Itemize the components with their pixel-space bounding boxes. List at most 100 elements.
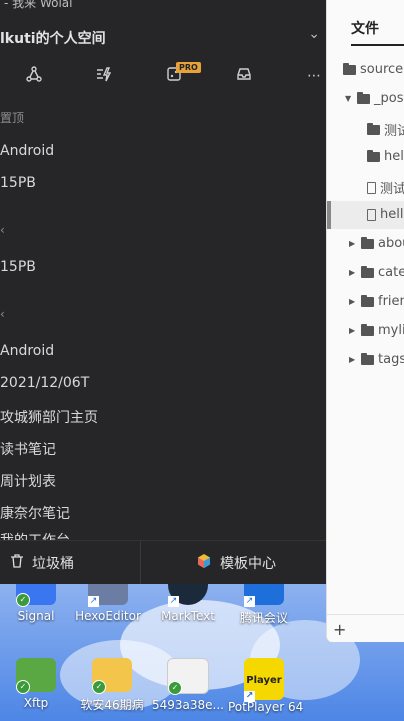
sidebar-item[interactable]: 15PB bbox=[0, 175, 36, 191]
tree-folder[interactable]: ▶ mylis bbox=[349, 323, 404, 338]
tree-label: 测试 bbox=[380, 182, 404, 197]
tree-folder[interactable]: ▶ tags bbox=[349, 352, 404, 367]
caret-right-icon: ▶ bbox=[349, 326, 356, 335]
tree-folder[interactable]: hell bbox=[367, 149, 404, 164]
caret-right-icon: ▶ bbox=[349, 297, 356, 306]
desktop-icon-label: 腾讯会议 bbox=[239, 611, 288, 625]
folder-icon bbox=[361, 236, 374, 249]
space-switcher[interactable]: lkuti的个人空间 ⌄ bbox=[0, 24, 326, 52]
tree-label: frien bbox=[378, 294, 404, 309]
folder-icon bbox=[361, 294, 374, 307]
folder-icon bbox=[357, 91, 370, 104]
inbox-icon[interactable] bbox=[234, 66, 254, 86]
folder-icon bbox=[361, 265, 374, 278]
cube-icon bbox=[196, 553, 212, 573]
file-icon bbox=[367, 181, 376, 194]
chevron-down-icon: ⌄ bbox=[308, 26, 320, 42]
tree-label: abou bbox=[378, 236, 404, 251]
sidebar-item[interactable]: 攻城狮部门主页 bbox=[0, 407, 98, 427]
add-file-button[interactable]: + bbox=[333, 620, 346, 639]
pro-badge: PRO bbox=[176, 62, 201, 73]
desktop-icon-label: Xftp bbox=[23, 696, 49, 710]
file-explorer-panel: 文件 source ▼ _post 测试 hell 测试 hell ▶ abou… bbox=[326, 0, 404, 642]
sync-check-icon: ✓ bbox=[92, 680, 106, 694]
tree-folder[interactable]: ▶ abou bbox=[349, 236, 404, 251]
sidebar-item[interactable]: 2021/12/06T bbox=[0, 375, 89, 391]
trash-icon bbox=[10, 553, 24, 572]
sidebar-item[interactable]: 读书笔记 bbox=[0, 439, 56, 459]
wolai-sidebar: - 我来 Wolai lkuti的个人空间 ⌄ ⋯ PRO 置顶 Android… bbox=[0, 0, 326, 584]
tree-label: categ bbox=[378, 265, 404, 280]
caret-right-icon: ▶ bbox=[349, 268, 356, 277]
folder-icon bbox=[361, 323, 374, 336]
sidebar-item[interactable]: 周计划表 bbox=[0, 471, 56, 491]
sidebar-footer: 垃圾桶 模板中心 bbox=[0, 540, 326, 584]
desktop-icon-label: MarkText bbox=[161, 609, 215, 623]
template-center-label: 模板中心 bbox=[220, 555, 276, 572]
tencent-meeting-icon: ↗ bbox=[244, 583, 284, 607]
document-icon: ✓ bbox=[167, 658, 209, 695]
tree-label: hell bbox=[380, 207, 404, 222]
caret-down-icon: ▼ bbox=[345, 94, 352, 103]
hexoeditor-icon: ↗ bbox=[88, 583, 128, 607]
flash-icon[interactable] bbox=[94, 66, 114, 86]
xftp-icon: ✓ bbox=[16, 658, 56, 694]
shortcut-arrow-icon: ↗ bbox=[88, 596, 99, 607]
trash-button[interactable]: 垃圾桶 bbox=[10, 541, 74, 584]
desktop-icon-file[interactable]: ✓ 5493a38e... bbox=[152, 658, 224, 712]
tree-file[interactable]: 测试 bbox=[367, 178, 404, 197]
tree-label: 测试 bbox=[384, 124, 404, 139]
desktop-icon-label: 软安46期病 bbox=[80, 698, 144, 712]
shortcut-arrow-icon: ↗ bbox=[244, 691, 255, 702]
sidebar-item[interactable]: Android bbox=[0, 143, 54, 159]
desktop-icon-signal[interactable]: ✓ Signal bbox=[0, 583, 72, 623]
desktop-icon-hexoeditor[interactable]: ↗ HexoEditor bbox=[72, 583, 144, 623]
caret-right-icon: ▶ bbox=[349, 239, 356, 248]
desktop-icon-label: HexoEditor bbox=[75, 609, 141, 623]
selected-row-marker bbox=[327, 201, 331, 229]
shortcut-arrow-icon: ↗ bbox=[168, 596, 179, 607]
tree-folder-source[interactable]: source bbox=[343, 62, 403, 77]
sidebar-item[interactable]: 15PB bbox=[0, 259, 36, 275]
pinned-section-header: 置顶 bbox=[0, 111, 25, 125]
caret-right-icon: ▶ bbox=[349, 355, 356, 364]
desktop-icon-xftp[interactable]: ✓ Xftp bbox=[0, 658, 72, 710]
footer-divider bbox=[327, 614, 404, 615]
tree-label: mylis bbox=[378, 323, 404, 338]
sync-check-icon: ✓ bbox=[16, 680, 30, 694]
folder-icon: ✓ bbox=[92, 658, 132, 694]
shortcut-arrow-icon: ↗ bbox=[244, 596, 255, 607]
tree-folder[interactable]: ▶ frien bbox=[349, 294, 404, 309]
trash-label: 垃圾桶 bbox=[32, 555, 74, 572]
sidebar-toolbar: ⋯ bbox=[0, 62, 326, 92]
tree-folder[interactable]: ▶ categ bbox=[349, 265, 404, 280]
desktop-icon-folder[interactable]: ✓ 软安46期病 bbox=[76, 658, 148, 713]
folder-icon bbox=[343, 62, 356, 75]
marktext-icon: ↗ bbox=[168, 583, 208, 607]
tab-files[interactable]: 文件 bbox=[351, 18, 379, 38]
share-icon[interactable] bbox=[24, 66, 44, 86]
tree-folder-posts[interactable]: ▼ _post bbox=[345, 91, 404, 106]
tree-label: tags bbox=[378, 352, 404, 367]
sidebar-item[interactable]: Android bbox=[0, 343, 54, 359]
tree-label: source bbox=[360, 62, 404, 77]
tree-label: hell bbox=[384, 149, 404, 164]
template-center-button[interactable]: 模板中心 bbox=[196, 541, 276, 584]
desktop-icon-marktext[interactable]: ↗ MarkText bbox=[152, 583, 224, 623]
file-icon bbox=[367, 208, 376, 221]
section-header: ‹ bbox=[0, 223, 5, 237]
desktop-icon-potplayer[interactable]: Player ↗ PotPlayer 64 bbox=[228, 658, 303, 714]
desktop-icon-tencent-meeting[interactable]: ↗ 腾讯会议 bbox=[228, 583, 300, 626]
tree-label: _post bbox=[374, 91, 404, 106]
potplayer-icon: Player ↗ bbox=[244, 658, 284, 702]
more-icon[interactable]: ⋯ bbox=[304, 66, 324, 86]
folder-icon bbox=[367, 149, 380, 162]
sidebar-item[interactable]: 康奈尔笔记 bbox=[0, 503, 70, 523]
signal-icon: ✓ bbox=[16, 583, 56, 607]
tree-folder[interactable]: 测试 bbox=[367, 120, 404, 139]
tree-file-selected[interactable]: hell bbox=[367, 207, 403, 222]
folder-icon bbox=[367, 122, 380, 135]
potplayer-logo-text: Player bbox=[246, 675, 282, 686]
desktop-icon-label: Signal bbox=[17, 609, 55, 623]
sync-check-icon: ✓ bbox=[16, 593, 30, 607]
